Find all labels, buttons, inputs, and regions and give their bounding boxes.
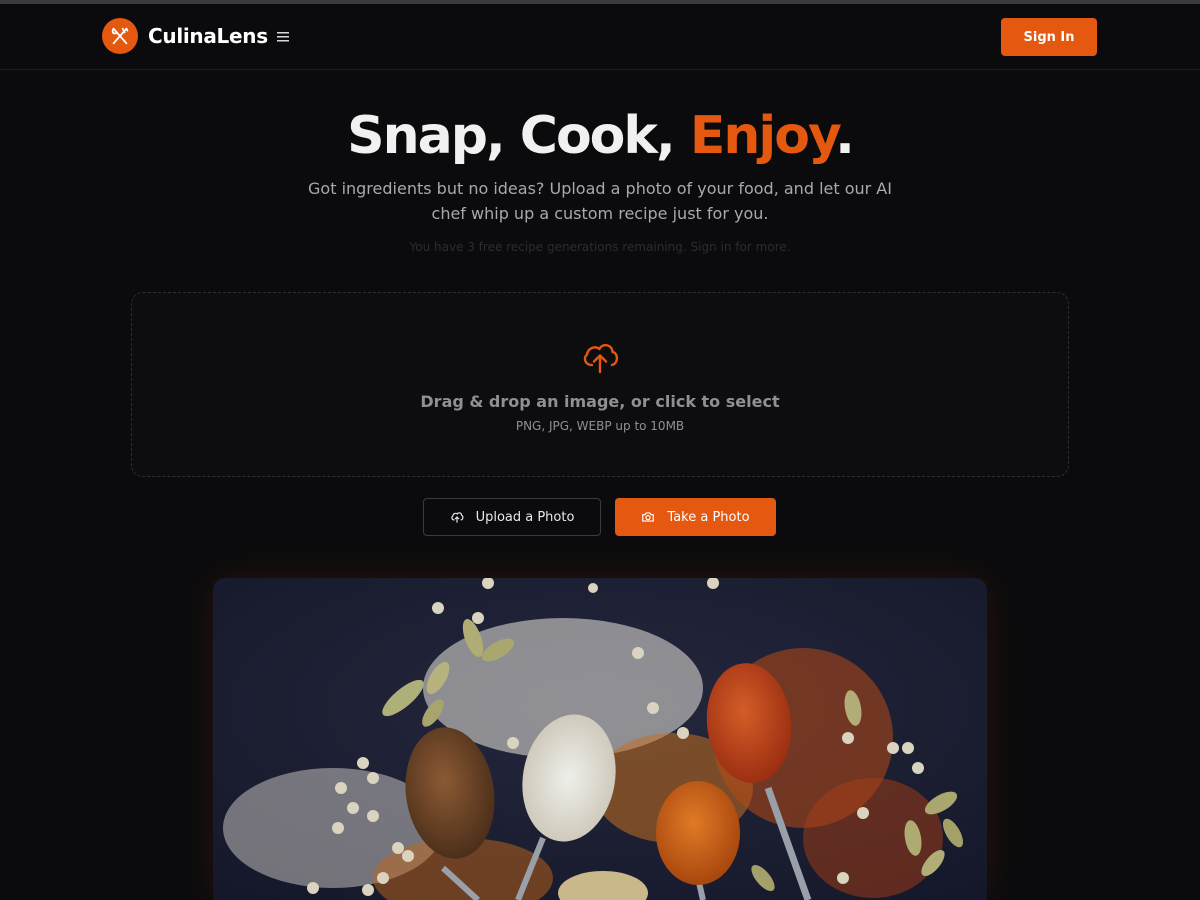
cloud-upload-icon [450, 512, 464, 523]
sign-in-button[interactable]: Sign In [1001, 18, 1097, 56]
hero-title-text: Snap, Cook, [347, 106, 690, 166]
quota-note: You have 3 free recipe generations remai… [409, 240, 791, 254]
upload-photo-button[interactable]: Upload a Photo [423, 498, 601, 536]
take-photo-button[interactable]: Take a Photo [615, 498, 776, 536]
cloud-upload-icon [579, 336, 621, 378]
image-dropzone[interactable] [131, 292, 1069, 477]
dropzone-title: Drag & drop an image, or click to select [420, 392, 780, 411]
hero-food-image [213, 578, 987, 900]
brand-name: CulinaLens [148, 24, 268, 48]
hero-title-period: . [835, 106, 855, 166]
brand[interactable]: CulinaLens [102, 18, 268, 54]
upload-photo-label: Upload a Photo [475, 509, 575, 525]
site-header: CulinaLens Sign In [0, 4, 1200, 70]
hero-subtitle: Got ingredients but no ideas? Upload a p… [308, 179, 892, 223]
logo-icon [102, 18, 138, 54]
hamburger-menu-icon[interactable] [274, 28, 292, 46]
camera-icon [642, 512, 655, 522]
take-photo-label: Take a Photo [667, 509, 750, 525]
dropzone-hint: PNG, JPG, WEBP up to 10MB [515, 419, 685, 433]
hero-title: Snap, Cook, Enjoy. [0, 106, 1200, 166]
hero-title-accent: Enjoy [689, 106, 837, 166]
